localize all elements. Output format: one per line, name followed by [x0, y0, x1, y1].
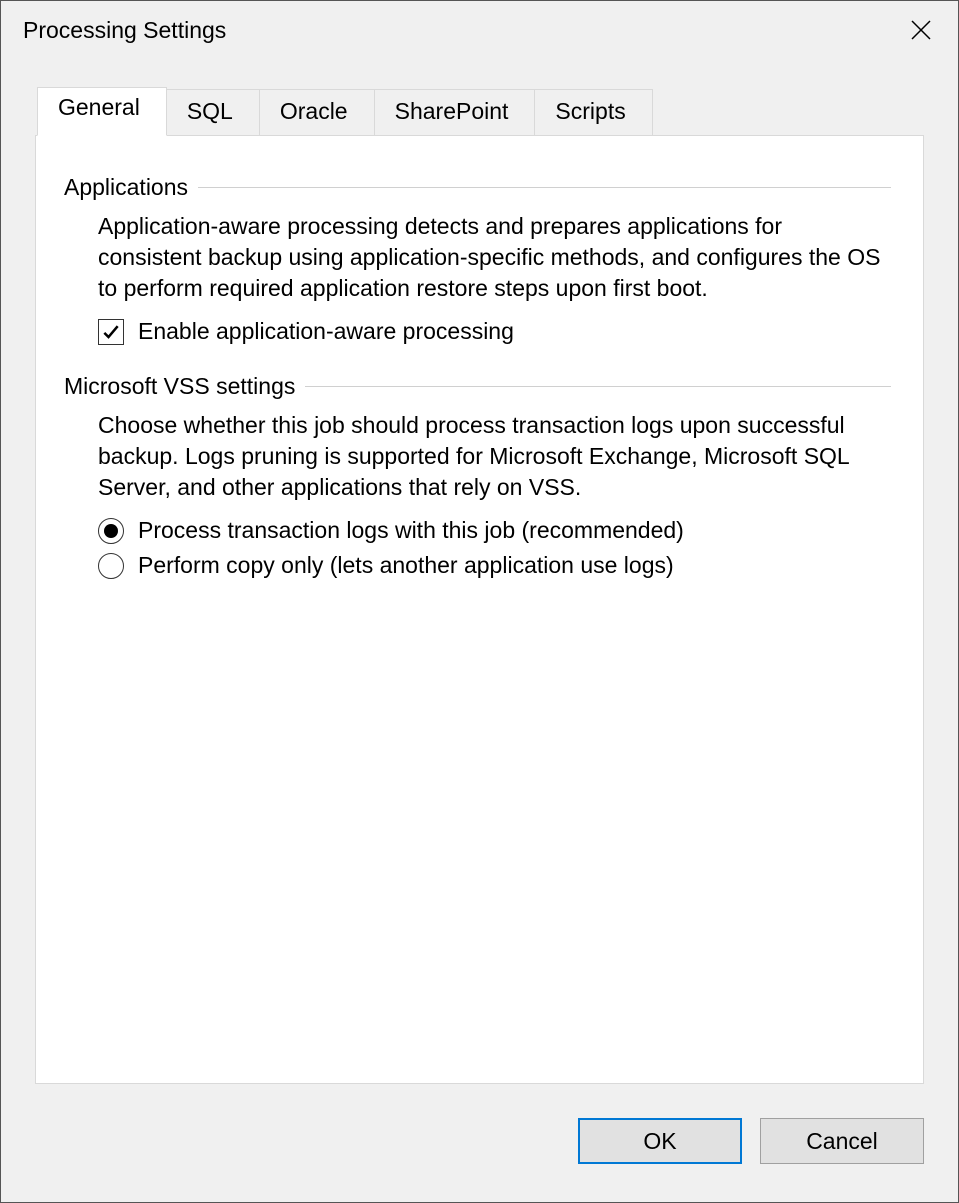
tab-strip: General SQL Oracle SharePoint Scripts	[37, 89, 924, 136]
vss-description: Choose whether this job should process t…	[98, 410, 891, 503]
tab-oracle[interactable]: Oracle	[259, 89, 375, 136]
section-vss: Microsoft VSS settings Choose whether th…	[64, 373, 891, 579]
close-button[interactable]	[898, 7, 944, 53]
vss-process-logs-row: Process transaction logs with this job (…	[98, 517, 891, 544]
tab-sql[interactable]: SQL	[166, 89, 260, 136]
section-applications: Applications Application-aware processin…	[64, 174, 891, 345]
tab-panel-general: Applications Application-aware processin…	[35, 135, 924, 1084]
section-divider	[198, 187, 891, 188]
vss-process-logs-radio[interactable]	[98, 518, 124, 544]
section-header: Microsoft VSS settings	[64, 373, 891, 400]
tab-general[interactable]: General	[37, 87, 167, 136]
applications-description: Application-aware processing detects and…	[98, 211, 891, 304]
checkmark-icon	[101, 322, 121, 342]
enable-app-aware-row: Enable application-aware processing	[98, 318, 891, 345]
section-header: Applications	[64, 174, 891, 201]
enable-app-aware-checkbox[interactable]	[98, 319, 124, 345]
vss-copy-only-label[interactable]: Perform copy only (lets another applicat…	[138, 552, 674, 579]
section-title-applications: Applications	[64, 174, 198, 201]
vss-copy-only-row: Perform copy only (lets another applicat…	[98, 552, 891, 579]
content-area: General SQL Oracle SharePoint Scripts Ap…	[1, 59, 958, 1202]
processing-settings-dialog: Processing Settings General SQL Oracle S…	[0, 0, 959, 1203]
enable-app-aware-label[interactable]: Enable application-aware processing	[138, 318, 514, 345]
cancel-button[interactable]: Cancel	[760, 1118, 924, 1164]
vss-process-logs-label[interactable]: Process transaction logs with this job (…	[138, 517, 684, 544]
section-title-vss: Microsoft VSS settings	[64, 373, 305, 400]
titlebar: Processing Settings	[1, 1, 958, 59]
close-icon	[909, 18, 933, 42]
tab-scripts[interactable]: Scripts	[534, 89, 652, 136]
section-divider	[305, 386, 891, 387]
ok-button[interactable]: OK	[578, 1118, 742, 1164]
tab-sharepoint[interactable]: SharePoint	[374, 89, 536, 136]
vss-copy-only-radio[interactable]	[98, 553, 124, 579]
window-title: Processing Settings	[23, 17, 898, 44]
dialog-footer: OK Cancel	[35, 1102, 924, 1180]
